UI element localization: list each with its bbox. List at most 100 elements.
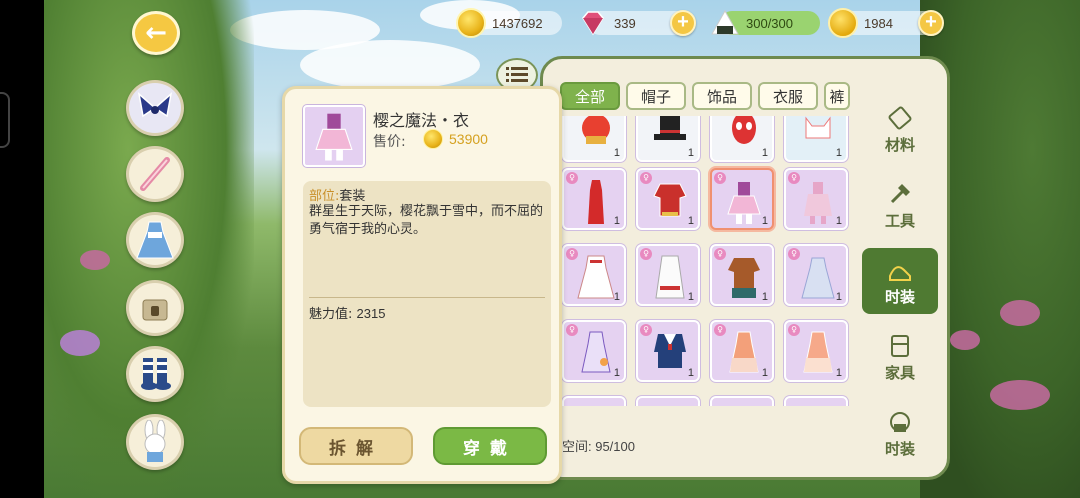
item-cell[interactable] [710, 396, 774, 406]
slot-outfit[interactable] [126, 212, 184, 268]
item-count: 1 [761, 215, 768, 227]
part-value: 套装 [339, 189, 366, 204]
charm-value: 2315 [356, 306, 386, 321]
category-label: 家具 [884, 363, 915, 382]
category-label: 工具 [884, 211, 915, 230]
item-cell[interactable]: ♀ 1 [784, 244, 848, 306]
item-count: 1 [761, 147, 768, 159]
tab-accessories[interactable]: 饰品 [692, 82, 752, 110]
tab-pants[interactable]: 裤 [824, 82, 850, 110]
rice-ball-icon [710, 8, 740, 38]
lace-gown-icon [801, 257, 835, 299]
pink-dress-icon [804, 182, 832, 224]
item-count: 1 [687, 367, 694, 379]
list-icon [506, 67, 528, 82]
item-cell[interactable]: 1 [636, 116, 700, 162]
item-cell[interactable]: ♀ 1 [636, 168, 700, 230]
slot-pet[interactable] [126, 414, 184, 470]
item-cell[interactable] [784, 396, 848, 406]
item-cell[interactable]: ♀ 1 [562, 168, 626, 230]
item-count: 1 [613, 367, 620, 379]
item-count: 1 [835, 215, 842, 227]
item-part: 部位:套装 [309, 185, 365, 204]
shovel-icon [890, 183, 910, 203]
item-cell[interactable]: ♀ 1 [562, 244, 626, 306]
tab-all[interactable]: 全部 [560, 82, 620, 110]
item-name: 樱之魔法・衣 [373, 111, 470, 130]
category-fashion[interactable]: 时装 [862, 248, 938, 314]
item-count: 1 [761, 291, 768, 303]
gem-value: 339 [614, 15, 636, 31]
item-detail-card: 樱之魔法・衣 售价: 53900 部位:套装 群星生于天际，樱花飘于雪中，而不屈… [282, 86, 562, 484]
category-fashion-2[interactable]: 时装 [862, 400, 938, 466]
high-heel-icon [889, 265, 911, 281]
category-tools[interactable]: 工具 [862, 172, 938, 238]
lion-mask-icon [582, 116, 610, 144]
cabinet-icon [891, 334, 909, 357]
tab-hats[interactable]: 帽子 [626, 82, 686, 110]
item-cell[interactable]: ♀ 1 [636, 244, 700, 306]
item-count: 1 [687, 291, 694, 303]
item-cell[interactable]: ♀ 1 [784, 168, 848, 230]
bunny-icon [144, 420, 166, 462]
scroll-icon [888, 106, 912, 129]
flower [990, 380, 1050, 410]
category-label: 时装 [884, 287, 915, 306]
item-thumbnail [303, 105, 365, 167]
peach-dress-icon [803, 331, 833, 373]
sakura-outfit-icon [727, 182, 761, 224]
wand-icon [140, 157, 170, 191]
storage-space: 空间: 95/100 [562, 439, 635, 454]
category-furniture[interactable]: 家具 [862, 324, 938, 390]
item-count: 1 [613, 291, 620, 303]
yarn-value: 1984 [864, 15, 893, 31]
slot-shoes[interactable] [126, 346, 184, 402]
item-description: 群星生于天际，樱花飘于雪中，而不屈的勇气宿于我的心灵。 [309, 204, 544, 237]
category-sidebar: 材料 工具 时装 家具 时装 [862, 86, 938, 474]
wear-button[interactable]: 穿戴 [433, 427, 547, 465]
stamina-value: 300/300 [746, 15, 793, 31]
item-cell[interactable] [562, 396, 626, 406]
lock-icon [142, 299, 168, 321]
tab-clothes[interactable]: 衣服 [758, 82, 818, 110]
item-count: 1 [687, 147, 694, 159]
item-cell[interactable]: 1 [784, 116, 848, 162]
add-yarn-button[interactable]: + [918, 10, 944, 36]
item-cell[interactable]: ♀ 1 [710, 320, 774, 382]
item-cell[interactable]: ♀ 1 [562, 320, 626, 382]
opera-mask-icon [732, 116, 756, 144]
stamina-counter: 300/300 [711, 9, 820, 35]
add-gems-button[interactable]: + [670, 10, 696, 36]
back-button[interactable]: ← [132, 11, 180, 55]
price-label: 售价: [373, 134, 406, 150]
item-count: 1 [687, 215, 694, 227]
item-cell[interactable]: 1 [710, 116, 774, 162]
white-dress-icon [577, 255, 615, 299]
item-cell[interactable]: ♀ 1 [784, 320, 848, 382]
screen-edge [0, 0, 44, 498]
item-count: 1 [761, 367, 768, 379]
item-cell-selected[interactable]: ♀ 1 [710, 168, 774, 230]
item-grid: 1 1 1 1 ♀ 1 ♀ 1 ♀ 1 ♀ 1 ♀ 1 ♀ 1 ♀ 1 ♀ 1 … [560, 116, 858, 406]
flower [80, 250, 110, 270]
slot-locked[interactable] [126, 280, 184, 336]
category-label: 时装 [884, 439, 915, 458]
qipao-icon [588, 180, 604, 224]
item-cell[interactable]: ♀ 1 [636, 320, 700, 382]
item-cell[interactable]: 1 [562, 116, 626, 162]
slot-headwear[interactable] [126, 80, 184, 136]
item-count: 1 [835, 367, 842, 379]
coin-icon [423, 129, 443, 149]
orange-slip-dress-icon [729, 331, 759, 373]
item-count: 1 [835, 291, 842, 303]
filter-tabs: 全部 帽子 饰品 衣服 裤 [560, 82, 850, 110]
item-cell[interactable]: ♀ 1 [710, 244, 774, 306]
charm-stat: 魅力值: 2315 [309, 303, 385, 322]
cat-mask-icon [805, 116, 831, 139]
category-materials[interactable]: 材料 [862, 96, 938, 162]
slot-accessory[interactable] [126, 146, 184, 202]
back-arrow-icon: ← [145, 18, 167, 48]
disassemble-button[interactable]: 拆解 [299, 427, 413, 465]
divider [309, 297, 545, 298]
item-cell[interactable] [636, 396, 700, 406]
